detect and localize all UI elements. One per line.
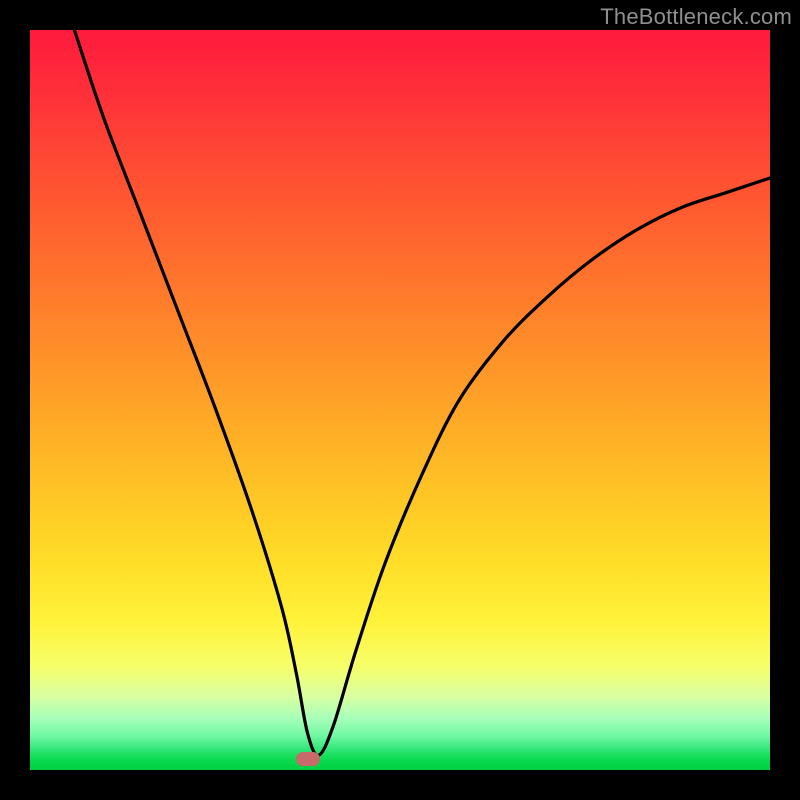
plot-area — [30, 30, 770, 770]
bottleneck-curve — [30, 30, 770, 770]
optimal-point-marker — [296, 752, 320, 766]
watermark-text: TheBottleneck.com — [600, 4, 792, 30]
chart-frame: TheBottleneck.com — [0, 0, 800, 800]
